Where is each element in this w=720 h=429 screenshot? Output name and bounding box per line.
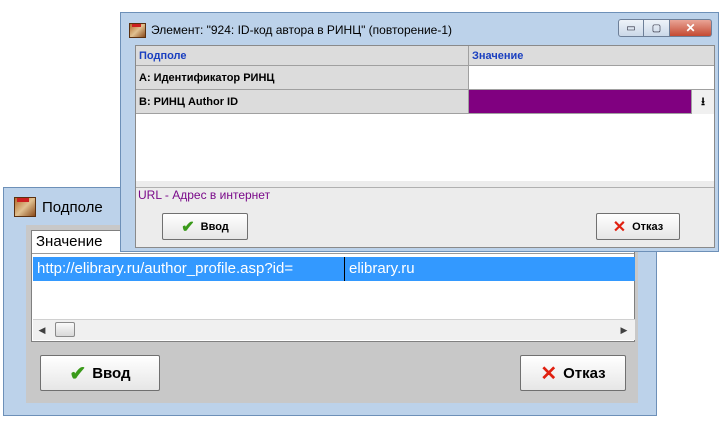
element-cancel-button[interactable]: ✕ Отказ [596,213,680,240]
value-column-header: Значение [469,46,714,66]
subfield-window-titlebar[interactable]: Подполе [14,194,103,220]
table-row[interactable]: http://elibrary.ru/author_profile.asp?id… [33,257,635,281]
checkmark-icon: ✔ [69,362,87,385]
subfield-cancel-label: Отказ [563,364,606,382]
app-icon [129,22,146,38]
scroll-left-icon[interactable]: ◀ [35,323,49,337]
cross-icon: ✕ [540,362,558,385]
subfield-a-label[interactable]: A: Идентификатор РИНЦ [136,66,469,90]
scroll-right-icon[interactable]: ▶ [617,323,631,337]
minimize-button[interactable]: ▭ [618,19,644,37]
subfield-window-title: Подполе [42,198,103,216]
scrollbar-thumb[interactable] [55,322,75,337]
element-window-titlebar[interactable]: Элемент: "924: ID-код автора в РИНЦ" (по… [129,19,452,41]
element-window: Элемент: "924: ID-код автора в РИНЦ" (по… [120,12,719,252]
close-button[interactable]: ✕ [670,19,712,37]
subfield-grid: Подполе Значение A: Идентификатор РИНЦ B… [136,46,714,181]
url-prefix-cell[interactable]: http://elibrary.ru/author_profile.asp?id… [33,257,345,281]
cross-icon: ✕ [612,218,627,236]
subfield-b-label[interactable]: B: РИНЦ Author ID [136,90,469,114]
subfield-a-value[interactable] [469,66,714,90]
subfield-cancel-button[interactable]: ✕ Отказ [520,355,626,391]
horizontal-scrollbar[interactable]: ◀ ▶ [33,319,635,340]
subfield-b-value[interactable]: ⭳ [469,90,714,114]
subfield-ok-button[interactable]: ✔ Ввод [40,355,160,391]
maximize-button[interactable]: ▢ [644,19,670,37]
checkmark-icon: ✔ [181,218,195,236]
element-cancel-label: Отказ [632,220,664,233]
subfield-hint: URL - Адрес в интернет [136,187,714,203]
url-domain-cell[interactable]: elibrary.ru [345,257,415,281]
element-ok-label: Ввод [200,220,229,233]
dropdown-icon[interactable]: ⭳ [691,90,714,114]
element-window-title: Элемент: "924: ID-код автора в РИНЦ" (по… [151,23,453,37]
element-ok-button[interactable]: ✔ Ввод [162,213,248,240]
window-controls: ▭ ▢ ✕ [618,19,712,37]
subfield-ok-label: Ввод [92,364,131,382]
app-icon [14,197,36,217]
subfield-column-header: Подполе [136,46,469,66]
element-window-body: Подполе Значение A: Идентификатор РИНЦ B… [135,45,715,248]
